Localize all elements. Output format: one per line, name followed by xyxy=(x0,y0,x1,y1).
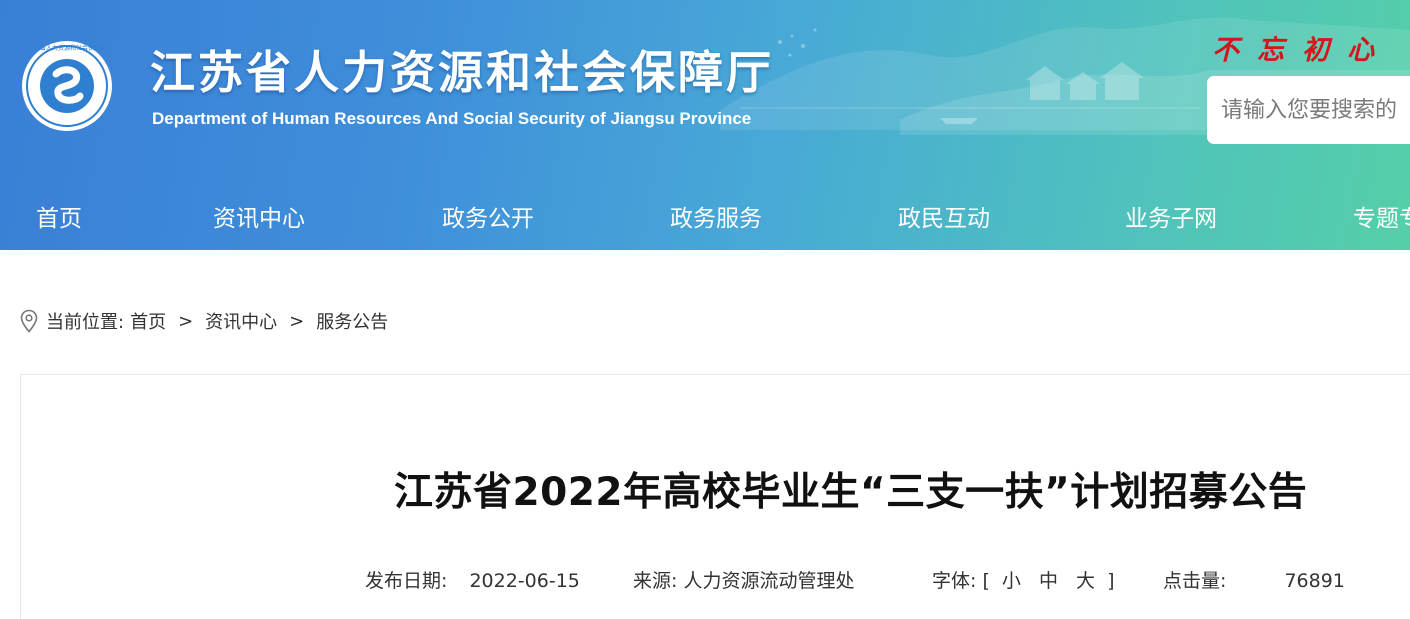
breadcrumb-separator: > xyxy=(178,310,194,332)
nav-item-news[interactable]: 资讯中心 xyxy=(213,199,305,233)
font-size-close-bracket: ] xyxy=(1107,570,1115,592)
department-logo[interactable]: 江苏省人力资源和社会保障厅 xyxy=(20,36,114,136)
publish-date: 发布日期: 2022-06-15 xyxy=(365,566,580,593)
font-size-switcher: 字体: [ 小 中 大 ] xyxy=(932,566,1115,593)
hit-count-label: 点击量: xyxy=(1163,570,1227,592)
main-nav: 首页 资讯中心 政务公开 政务服务 政民互动 业务子网 专题专 xyxy=(0,180,1410,250)
font-size-open-bracket: [ xyxy=(982,570,990,592)
source-label: 来源: xyxy=(633,570,678,592)
nav-item-home[interactable]: 首页 xyxy=(36,199,82,233)
breadcrumb-current[interactable]: 服务公告 xyxy=(316,308,388,334)
breadcrumb: 当前位置: 首页 > 资讯中心 > 服务公告 xyxy=(20,307,388,335)
logo-ring-text: 江苏省人力资源和社会保障厅 xyxy=(28,44,106,52)
site-title-english: Department of Human Resources And Social… xyxy=(152,109,752,128)
publish-date-label: 发布日期: xyxy=(365,570,448,592)
publish-date-value: 2022-06-15 xyxy=(469,570,580,592)
nav-item-gov-service[interactable]: 政务服务 xyxy=(670,199,762,233)
breadcrumb-home[interactable]: 首页 xyxy=(130,308,166,334)
source-value: 人力资源流动管理处 xyxy=(683,570,855,592)
hit-count: 点击量: 76891 xyxy=(1163,566,1345,593)
search-box xyxy=(1207,76,1410,144)
breadcrumb-news[interactable]: 资讯中心 xyxy=(205,308,277,334)
breadcrumb-prefix: 当前位置: xyxy=(46,312,125,333)
header-banner: 江苏省人力资源和社会保障厅 江苏省人力资源和社会保障厅 Department o… xyxy=(0,0,1410,250)
article-title: 江苏省2022年高校毕业生“三支一扶”计划招募公告 xyxy=(394,470,1308,515)
font-size-large-button[interactable]: 大 xyxy=(1076,570,1095,592)
nav-item-subsites[interactable]: 业务子网 xyxy=(1125,199,1217,233)
font-size-label: 字体: xyxy=(932,570,977,592)
hit-count-value: 76891 xyxy=(1284,570,1345,592)
location-pin-icon xyxy=(20,309,38,333)
slogan-text: 不忘初心 xyxy=(1212,35,1392,66)
nav-item-interaction[interactable]: 政民互动 xyxy=(898,199,990,233)
font-size-medium-button[interactable]: 中 xyxy=(1039,570,1058,592)
breadcrumb-separator: > xyxy=(289,310,305,332)
site-title[interactable]: 江苏省人力资源和社会保障厅 xyxy=(150,36,774,101)
search-input[interactable] xyxy=(1207,76,1410,144)
font-size-small-button[interactable]: 小 xyxy=(1002,570,1021,592)
nav-item-topics[interactable]: 专题专 xyxy=(1353,199,1410,233)
nav-item-gov-open[interactable]: 政务公开 xyxy=(442,199,534,233)
article-source: 来源: 人力资源流动管理处 xyxy=(633,566,854,593)
